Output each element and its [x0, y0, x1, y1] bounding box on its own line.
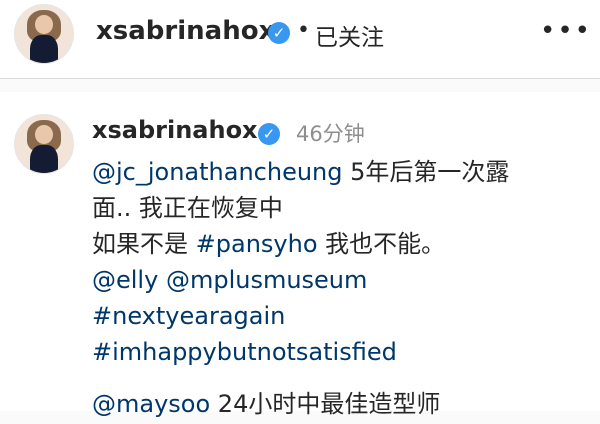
caption-fragment: 24小时中最佳造型师 [210, 390, 441, 418]
caption-line: @jc_jonathancheung 5年后第一次露 [92, 154, 587, 190]
caption-fragment: 面.. 我正在恢复中 [92, 194, 283, 222]
avatar-body [30, 145, 58, 173]
avatar-face [35, 15, 53, 34]
comment-avatar[interactable] [14, 114, 74, 174]
post-header: xsabrinahox ✓ • 已关注 ••• [0, 0, 600, 79]
avatar-face [35, 125, 53, 144]
verified-badge-icon: ✓ [258, 123, 280, 145]
caption-fragment: 我也不能。 [317, 230, 446, 258]
caption-line: @maysoo 24小时中最佳造型师 [92, 386, 587, 422]
follow-status-button[interactable]: 已关注 [315, 18, 384, 52]
mention-link[interactable]: @mplusmuseum [166, 266, 367, 294]
mention-link[interactable]: @elly [92, 266, 158, 294]
hashtag-link[interactable]: #imhappybutnotsatisfied [92, 338, 397, 366]
mention-link[interactable]: @maysoo [92, 390, 210, 418]
caption-line: 面.. 我正在恢复中 [92, 190, 587, 226]
avatar-body [30, 35, 58, 63]
caption-fragment: 如果不是 [92, 230, 196, 258]
header-username[interactable]: xsabrinahox [96, 16, 275, 46]
profile-avatar[interactable] [14, 4, 74, 64]
caption-line: #nextyearagain [92, 298, 587, 334]
caption-comment: xsabrinahox ✓ 46分钟 @jc_jonathancheung 5年… [0, 92, 600, 418]
caption-text: @jc_jonathancheung 5年后第一次露 面.. 我正在恢复中 如果… [92, 154, 587, 424]
separator-dot: • [297, 18, 310, 43]
more-options-icon[interactable]: ••• [540, 16, 592, 46]
mention-link[interactable]: @jc_jonathancheung [92, 158, 343, 186]
caption-space [158, 266, 166, 294]
hashtag-link[interactable]: #pansyho [196, 230, 318, 258]
verified-badge-icon: ✓ [268, 22, 290, 44]
caption-line: 如果不是 #pansyho 我也不能。 [92, 226, 587, 262]
caption-fragment: 5年后第一次露 [342, 158, 510, 186]
comment-timestamp[interactable]: 46分钟 [296, 118, 365, 148]
hashtag-link[interactable]: #nextyearagain [92, 302, 285, 330]
comment-username[interactable]: xsabrinahox [92, 116, 258, 144]
caption-line: @elly @mplusmuseum [92, 262, 587, 298]
caption-line: #imhappybutnotsatisfied [92, 334, 587, 370]
